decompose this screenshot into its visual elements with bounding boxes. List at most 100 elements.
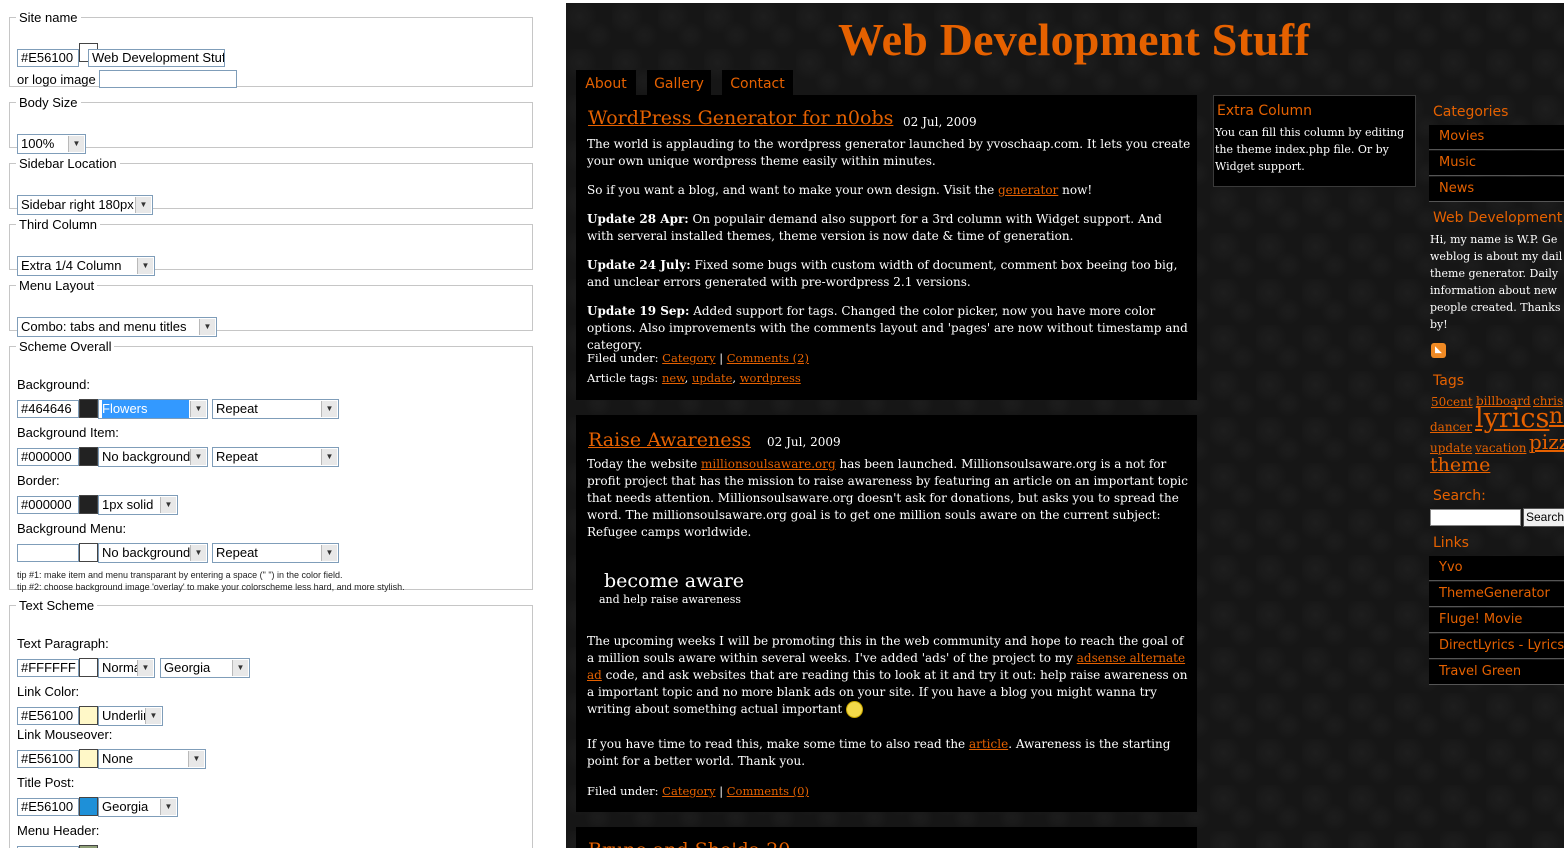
category-link[interactable]: Category	[662, 351, 715, 365]
post-title[interactable]: WordPress Generator for n0obs	[588, 107, 893, 129]
title-post-swatch[interactable]	[79, 797, 98, 816]
link-color-label: Link Color:	[17, 684, 80, 699]
category-item[interactable]: Movies	[1429, 125, 1564, 150]
link-mouseover-swatch[interactable]	[79, 749, 98, 768]
title-post-font-select[interactable]: Georgia ▼	[98, 797, 178, 817]
tag-link[interactable]: dancer	[1430, 420, 1472, 434]
extra-column-title: Extra Column	[1217, 103, 1313, 119]
post-date: 02 Jul, 2009	[767, 435, 841, 449]
post-date: 02 Jul, 2009	[903, 115, 977, 129]
about-line: information about new	[1430, 284, 1557, 297]
background-menu-repeat-select[interactable]: Repeat ▼	[212, 543, 339, 563]
sidebar-location-select[interactable]: Sidebar right 180px ▼	[17, 195, 153, 215]
background-item-color-input[interactable]: #000000	[17, 448, 79, 466]
tag-link[interactable]: theme	[1430, 454, 1490, 476]
comments-link[interactable]: Comments (2)	[727, 351, 809, 365]
tag-link[interactable]: vacation	[1475, 441, 1526, 455]
extra-column: Extra Column You can fill this column by…	[1213, 95, 1416, 187]
chevron-down-icon: ▼	[321, 449, 337, 465]
become-aware-banner-subtitle[interactable]: and help raise awareness	[599, 593, 741, 606]
title-post-label: Title Post:	[17, 775, 75, 790]
update-paragraph: Update 19 Sep: Added support for tags. C…	[587, 304, 1188, 352]
border-color-input[interactable]: #000000	[17, 496, 79, 514]
link-item[interactable]: DirectLyrics - Lyrics	[1429, 634, 1564, 659]
tag-link[interactable]: 50cent	[1431, 395, 1473, 409]
tab-about[interactable]: About	[576, 70, 636, 96]
post-item: WordPress Generator for n0obs 02 Jul, 20…	[576, 95, 1197, 400]
title-post-color-input[interactable]: #E56100	[17, 798, 79, 816]
extra-column-body: You can fill this column by editing the …	[1215, 126, 1405, 173]
site-name-group: Site name #E56100 Web Development Stuff …	[9, 10, 533, 88]
tag-link[interactable]: update	[1430, 441, 1472, 455]
link-color-input[interactable]: #E56100	[17, 707, 79, 725]
text-paragraph-style-select[interactable]: Normal ▼	[98, 658, 155, 678]
menu-layout-select[interactable]: Combo: tabs and menu titles ▼	[17, 317, 217, 337]
link-color-swatch[interactable]	[79, 706, 98, 725]
category-item[interactable]: Music	[1429, 151, 1564, 176]
chevron-down-icon: ▼	[145, 708, 161, 724]
tag-link[interactable]: ne	[1549, 404, 1564, 429]
article-link[interactable]: article	[969, 737, 1008, 751]
comments-link[interactable]: Comments (0)	[727, 784, 809, 798]
background-item-image-select[interactable]: No background ▼	[98, 447, 208, 467]
tag-link[interactable]: pizz	[1529, 430, 1564, 454]
background-repeat-value: Repeat	[216, 401, 258, 416]
chevron-down-icon: ▼	[321, 401, 337, 417]
site-name-legend: Site name	[19, 10, 78, 25]
link-mouseover-style-select[interactable]: None ▼	[98, 749, 206, 769]
chevron-down-icon: ▼	[190, 401, 206, 417]
text-scheme-legend: Text Scheme	[19, 598, 95, 613]
border-label: Border:	[17, 473, 60, 488]
tab-gallery[interactable]: Gallery	[647, 70, 711, 96]
body-size-select[interactable]: 100% ▼	[17, 134, 86, 154]
post-title[interactable]: Bruno and Sho'da 20	[588, 839, 790, 848]
chevron-down-icon: ▼	[199, 319, 215, 335]
link-item[interactable]: Yvo	[1429, 556, 1564, 581]
text-paragraph-font-select[interactable]: Georgia ▼	[160, 658, 250, 678]
site-name-color-input[interactable]: #E56100	[17, 49, 79, 67]
background-menu-color-swatch[interactable]	[79, 543, 98, 562]
link-item[interactable]: Travel Green	[1429, 660, 1564, 685]
background-item-repeat-value: Repeat	[216, 449, 258, 464]
background-menu-color-input[interactable]	[17, 544, 79, 562]
category-link[interactable]: Category	[662, 784, 715, 798]
chevron-down-icon: ▼	[232, 660, 248, 676]
background-item-color-swatch[interactable]	[79, 447, 98, 466]
become-aware-banner-title[interactable]: become aware	[604, 570, 744, 592]
text-paragraph-color-swatch[interactable]	[79, 658, 98, 677]
third-column-legend: Third Column	[19, 217, 98, 232]
tag-link[interactable]: wordpress	[740, 371, 801, 385]
background-color-input[interactable]: #464646	[17, 400, 79, 418]
third-column-group: Third Column Extra 1/4 Column ▼	[9, 217, 533, 276]
link-item[interactable]: ThemeGenerator	[1429, 582, 1564, 607]
tag-link[interactable]: new	[662, 371, 685, 385]
tab-contact[interactable]: Contact	[722, 70, 793, 96]
post-title[interactable]: Raise Awareness	[588, 429, 751, 451]
link-mouseover-color-input[interactable]: #E56100	[17, 750, 79, 768]
link-item[interactable]: Fluge! Movie	[1429, 608, 1564, 633]
background-item-repeat-select[interactable]: Repeat ▼	[212, 447, 339, 467]
rss-icon[interactable]: ◣	[1431, 343, 1446, 358]
generator-link[interactable]: generator	[998, 183, 1058, 197]
border-style-select[interactable]: 1px solid ▼	[98, 495, 178, 515]
text-paragraph-color-input[interactable]: #FFFFFF	[17, 659, 79, 677]
tag-link[interactable]: update	[692, 371, 732, 385]
logo-image-input[interactable]	[99, 70, 237, 88]
sidebar: Categories Movies Music News Web Develop…	[1429, 95, 1564, 848]
background-repeat-select[interactable]: Repeat ▼	[212, 399, 339, 419]
background-color-swatch[interactable]	[79, 399, 98, 418]
millionsoulsaware-link[interactable]: millionsoulsaware.org	[701, 457, 836, 471]
site-title[interactable]: Web Development Stuff	[838, 13, 1310, 66]
background-image-select[interactable]: Flowers ▼	[98, 399, 208, 419]
category-item[interactable]: News	[1429, 177, 1564, 202]
link-mouseover-label: Link Mouseover:	[17, 727, 113, 742]
background-menu-image-select[interactable]: No background ▼	[98, 543, 208, 563]
search-button[interactable]: Search	[1523, 508, 1564, 527]
link-style-select[interactable]: Underline ▼	[98, 706, 163, 726]
theme-settings-panel: Site name #E56100 Web Development Stuff …	[0, 0, 548, 848]
site-name-input[interactable]: Web Development Stuff	[88, 49, 225, 67]
border-color-swatch[interactable]	[79, 495, 98, 514]
third-column-select[interactable]: Extra 1/4 Column ▼	[17, 256, 155, 276]
menu-header-label: Menu Header:	[17, 823, 100, 838]
search-input[interactable]	[1430, 509, 1521, 526]
